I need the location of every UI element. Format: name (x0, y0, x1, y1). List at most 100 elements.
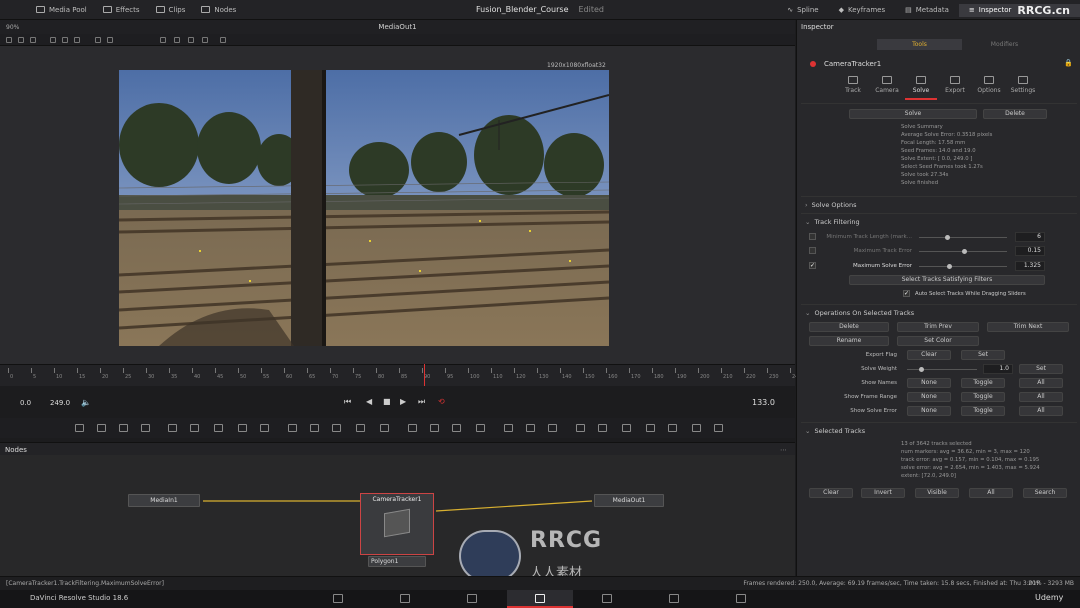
tool-icon[interactable] (190, 424, 199, 432)
ops-trim-next-button[interactable]: Trim Next (987, 322, 1069, 332)
spline-button[interactable]: ∿ Spline (777, 6, 828, 14)
solve-button[interactable]: Solve (849, 109, 977, 119)
select-tracks-button[interactable]: Select Tracks Satisfying Filters (849, 275, 1045, 285)
tool-icon[interactable] (97, 424, 106, 432)
tool-icon[interactable] (430, 424, 439, 432)
deliver-page-icon[interactable] (736, 594, 746, 603)
tool-icon[interactable] (576, 424, 585, 432)
tool-enable-toggle[interactable] (810, 61, 816, 67)
tool-icon[interactable] (238, 424, 247, 432)
max-solve-error-checkbox[interactable]: ✓ (809, 262, 816, 269)
viewer-tool-icon[interactable] (188, 37, 194, 43)
tool-icon[interactable] (288, 424, 297, 432)
viewer-tool-icon[interactable] (107, 37, 113, 43)
viewer-tool-icon[interactable] (202, 37, 208, 43)
show-solve-error-none-button[interactable]: None (907, 406, 951, 416)
max-track-error-knob[interactable] (962, 249, 967, 254)
delete-solve-button[interactable]: Delete (983, 109, 1047, 119)
tool-icon[interactable] (380, 424, 389, 432)
min-track-length-checkbox[interactable] (809, 233, 816, 240)
tool-icon[interactable] (526, 424, 535, 432)
tool-icon[interactable] (260, 424, 269, 432)
node-editor[interactable]: MediaIn1 CameraTracker1 Polygon1 MediaOu… (0, 455, 795, 576)
viewer-tool-icon[interactable] (74, 37, 80, 43)
solve-weight-knob[interactable] (919, 367, 924, 372)
min-track-length-knob[interactable] (945, 235, 950, 240)
viewer-tool-icon[interactable] (220, 37, 226, 43)
stop-icon[interactable]: ■ (383, 397, 391, 406)
viewer-tool-icon[interactable] (30, 37, 36, 43)
loop-icon[interactable]: ⟲ (438, 397, 445, 406)
playhead[interactable] (424, 364, 425, 386)
subtab-settings[interactable]: Settings (1007, 76, 1039, 94)
solve-weight-value[interactable]: 1.0 (983, 364, 1013, 374)
lock-icon[interactable]: 🔒 (1064, 59, 1073, 67)
ops-delete-button[interactable]: Delete (809, 322, 889, 332)
viewer[interactable]: 1920x1080xfloat32 (0, 46, 795, 364)
tool-icon[interactable] (452, 424, 461, 432)
subtab-options[interactable]: Options (973, 76, 1005, 94)
tool-icon[interactable] (646, 424, 655, 432)
show-names-all-button[interactable]: All (1019, 378, 1063, 388)
tool-icon[interactable] (622, 424, 631, 432)
tool-icon[interactable] (692, 424, 701, 432)
sel-invert-button[interactable]: Invert (861, 488, 905, 498)
min-track-length-value[interactable]: 6 (1015, 232, 1045, 242)
timeline-ruler[interactable]: 0 5 10 15 20 25 30 35 40 45 50 55 60 65 70 75 80 85 90 95 10… (0, 364, 802, 386)
tool-icon[interactable] (548, 424, 557, 432)
end-frame[interactable]: 249.0 (50, 399, 70, 407)
start-frame[interactable]: 0.0 (20, 399, 31, 407)
sel-clear-button[interactable]: Clear (809, 488, 853, 498)
inspector-button[interactable]: ≡ Inspector RRCG.cn (958, 3, 1080, 17)
play-icon[interactable]: ▶ (400, 397, 406, 406)
show-solve-error-toggle-button[interactable]: Toggle (961, 406, 1005, 416)
tool-icon[interactable] (332, 424, 341, 432)
effects-button[interactable]: Effects (95, 0, 148, 20)
keyframes-button[interactable]: ◆ Keyframes (829, 6, 896, 14)
tool-icon[interactable] (310, 424, 319, 432)
section-operations[interactable]: ⌄ Operations On Selected Tracks (805, 309, 914, 317)
tool-icon[interactable] (75, 424, 84, 432)
more-icon[interactable]: ⋯ (780, 446, 787, 454)
auto-select-checkbox[interactable]: ✓ (903, 290, 910, 297)
min-track-length-slider[interactable] (919, 237, 1007, 238)
subtab-camera[interactable]: Camera (871, 76, 903, 94)
tool-icon[interactable] (714, 424, 723, 432)
node-cameratracker1[interactable]: CameraTracker1 (360, 493, 434, 555)
ops-rename-button[interactable]: Rename (809, 336, 889, 346)
export-flag-clear-button[interactable]: Clear (907, 350, 951, 360)
max-track-error-value[interactable]: 0.15 (1015, 246, 1045, 256)
clips-button[interactable]: Clips (148, 0, 194, 20)
subtab-track[interactable]: Track (837, 76, 869, 94)
go-to-start-icon[interactable]: ⏮ (344, 397, 351, 407)
solve-weight-set-button[interactable]: Set (1019, 364, 1063, 374)
fairlight-page-icon[interactable] (669, 594, 679, 603)
ops-trim-prev-button[interactable]: Trim Prev (897, 322, 979, 332)
tab-modifiers[interactable]: Modifiers (962, 39, 1047, 50)
media-pool-button[interactable]: Media Pool (28, 0, 95, 20)
nodes-button[interactable]: Nodes (193, 0, 244, 20)
section-track-filtering[interactable]: ⌄ Track Filtering (805, 218, 860, 226)
show-frame-range-none-button[interactable]: None (907, 392, 951, 402)
ops-set-color-button[interactable]: Set Color (897, 336, 979, 346)
viewer-tool-icon[interactable] (160, 37, 166, 43)
fusion-page-icon[interactable] (535, 594, 545, 603)
show-frame-range-all-button[interactable]: All (1019, 392, 1063, 402)
subtab-export[interactable]: Export (939, 76, 971, 94)
viewer-tool-icon[interactable] (18, 37, 24, 43)
viewer-tool-icon[interactable] (62, 37, 68, 43)
tool-icon[interactable] (356, 424, 365, 432)
viewer-tool-icon[interactable] (6, 37, 12, 43)
export-flag-set-button[interactable]: Set (961, 350, 1005, 360)
node-polygon1[interactable]: Polygon1 (368, 556, 426, 567)
show-names-none-button[interactable]: None (907, 378, 951, 388)
viewer-tool-icon[interactable] (50, 37, 56, 43)
color-page-icon[interactable] (602, 594, 612, 603)
step-back-icon[interactable]: ◀ (366, 397, 372, 406)
max-track-error-checkbox[interactable] (809, 247, 816, 254)
audio-icon[interactable]: 🔈 (81, 398, 91, 407)
sel-search-button[interactable]: Search (1023, 488, 1067, 498)
current-frame[interactable]: 133.0 (752, 398, 775, 407)
viewer-tool-icon[interactable] (95, 37, 101, 43)
show-names-toggle-button[interactable]: Toggle (961, 378, 1005, 388)
